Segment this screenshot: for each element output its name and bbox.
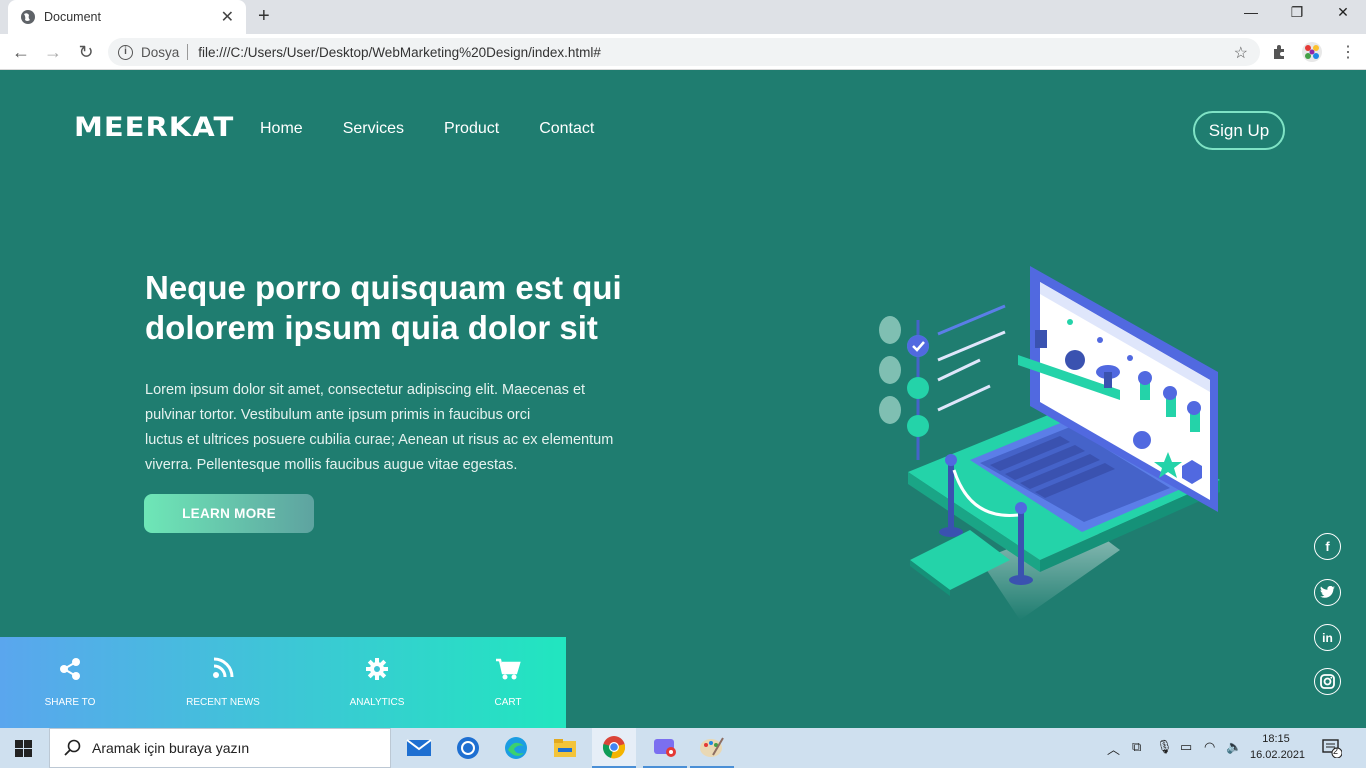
close-window-icon[interactable]: ✕	[1320, 4, 1366, 21]
close-tab-icon[interactable]: ✕	[221, 7, 234, 27]
browser-toolbar: ← → ↻ i Dosya file:///C:/Users/User/Desk…	[0, 34, 1366, 70]
extensions-icon[interactable]	[1271, 43, 1288, 60]
browser-tab[interactable]: Document ✕	[8, 0, 246, 34]
cart-icon	[496, 658, 521, 680]
clock-date: 16.02.2021	[1250, 749, 1306, 761]
gear-icon	[366, 658, 388, 680]
share-icon	[60, 658, 80, 680]
edge-browser-icon[interactable]	[494, 728, 538, 768]
forward-icon[interactable]: →	[42, 41, 64, 63]
twitter-icon[interactable]	[1314, 579, 1341, 606]
address-separator	[187, 44, 189, 60]
recent-news-label: RECENT NEWS	[186, 697, 260, 708]
feature-bar: SHARE TO RECENT NEWS ANALYTICS CART	[0, 637, 566, 728]
windows-taskbar: Aramak için buraya yazın ︿ ⧉ 🎙 ▭ ◠ 🔈 18:…	[0, 728, 1366, 768]
app-icon-game[interactable]	[643, 728, 687, 768]
profile-avatar[interactable]	[1301, 41, 1323, 63]
analytics-label: ANALYTICS	[349, 697, 405, 708]
minimize-icon[interactable]: —	[1228, 4, 1274, 20]
globe-icon	[21, 10, 35, 24]
nav-product[interactable]: Product	[444, 120, 499, 138]
hero-line: pulvinar tortor. Vestibulum ante ipsum p…	[145, 407, 531, 423]
taskbar-search-box[interactable]: Aramak için buraya yazın	[49, 728, 391, 768]
analytics-item[interactable]: ANALYTICS	[312, 637, 442, 728]
laptop-illustration	[879, 266, 1220, 620]
tab-title: Document	[44, 10, 101, 24]
notification-count: 2	[1333, 746, 1339, 756]
menu-dots-icon[interactable]: ⋮	[1340, 42, 1356, 62]
site-logo[interactable]: MEERKAT	[74, 111, 234, 142]
battery-icon[interactable]: ▭	[1180, 739, 1192, 755]
windows-start-icon[interactable]	[15, 740, 32, 757]
info-icon[interactable]: i	[118, 44, 133, 60]
tray-chevron-icon[interactable]: ︿	[1107, 739, 1120, 758]
nav-services[interactable]: Services	[343, 120, 404, 138]
cart-item[interactable]: CART	[443, 637, 573, 728]
paint-app-icon[interactable]	[690, 728, 734, 768]
nav-contact[interactable]: Contact	[539, 120, 594, 138]
taskbar-clock[interactable]: 18:15 16.02.2021	[1250, 731, 1306, 763]
search-placeholder: Aramak için buraya yazın	[92, 740, 250, 756]
mail-app-icon[interactable]	[397, 728, 441, 768]
bookmark-star-icon[interactable]: ☆	[1234, 43, 1248, 63]
nav-home[interactable]: Home	[260, 120, 303, 138]
hero-line: luctus et ultrices posuere cubilia curae…	[145, 432, 614, 448]
wifi-icon[interactable]: ◠	[1204, 739, 1215, 755]
restore-icon[interactable]: ❐	[1274, 4, 1320, 21]
app-icon-blue[interactable]	[446, 728, 490, 768]
notification-center-icon[interactable]: 2	[1322, 738, 1343, 759]
instagram-icon[interactable]	[1314, 668, 1341, 695]
chrome-browser-icon[interactable]	[592, 728, 636, 768]
share-to-label: SHARE TO	[44, 697, 96, 708]
linkedin-icon[interactable]: in	[1314, 624, 1341, 651]
website-page: MEERKAT Home Services Product Contact Si…	[0, 70, 1366, 728]
hero-line: Lorem ipsum dolor sit amet, consectetur …	[145, 382, 586, 398]
address-prefix: Dosya	[141, 44, 180, 60]
reload-icon[interactable]: ↻	[75, 41, 97, 63]
file-explorer-icon[interactable]	[543, 728, 587, 768]
address-bar[interactable]: i Dosya file:///C:/Users/User/Desktop/We…	[108, 38, 1260, 66]
main-nav: Home Services Product Contact	[260, 120, 594, 138]
volume-icon[interactable]: 🔈	[1226, 739, 1242, 755]
microphone-icon[interactable]: 🎙	[1156, 739, 1173, 755]
tray-meet-icon[interactable]: ⧉	[1132, 739, 1141, 755]
hero-line: viverra. Pellentesque mollis faucibus au…	[145, 457, 518, 473]
sign-up-button[interactable]: Sign Up	[1193, 111, 1285, 150]
new-tab-icon[interactable]: +	[258, 5, 270, 28]
facebook-icon[interactable]: f	[1314, 533, 1341, 560]
back-icon[interactable]: ←	[10, 41, 32, 63]
url-text: file:///C:/Users/User/Desktop/WebMarketi…	[198, 44, 601, 60]
clock-time: 18:15	[1262, 733, 1290, 745]
hero-title: Neque porro quisquam est qui dolorem ips…	[145, 269, 622, 346]
search-icon	[64, 739, 81, 756]
share-to-item[interactable]: SHARE TO	[5, 637, 135, 728]
recent-news-item[interactable]: RECENT NEWS	[158, 637, 288, 728]
learn-more-button[interactable]: LEARN MORE	[144, 494, 314, 533]
cart-label: CART	[494, 697, 522, 708]
rss-icon	[213, 657, 234, 678]
hero-description: Lorem ipsum dolor sit amet, consectetur …	[145, 378, 665, 478]
browser-tab-bar: Document ✕ + — ❐ ✕	[0, 0, 1366, 34]
